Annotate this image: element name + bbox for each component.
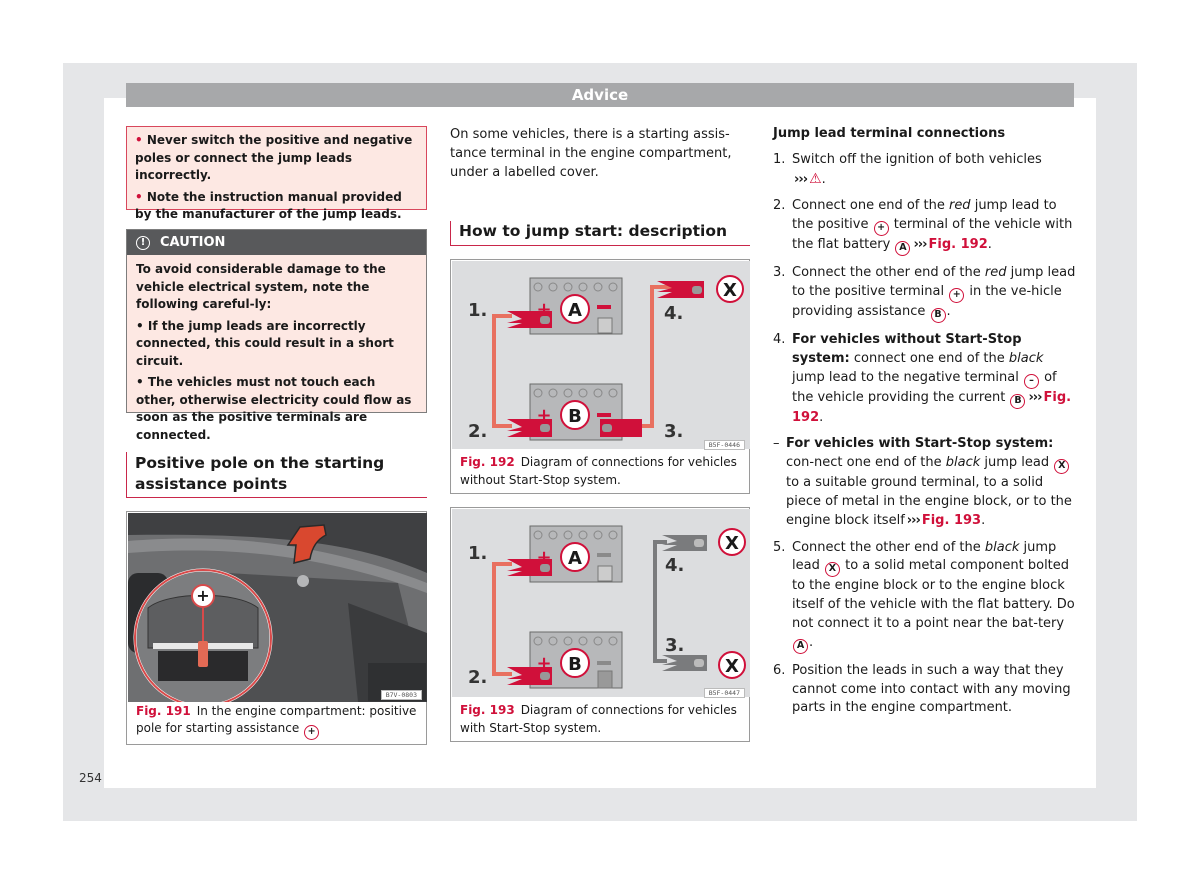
svg-text:X: X [725, 533, 739, 554]
caution-title: CAUTION [160, 235, 226, 250]
caution-bullet: • If the jump leads are incorrectly conn… [136, 318, 394, 368]
plus-symbol-icon: + [304, 725, 320, 740]
battery-a-icon: A [895, 241, 911, 257]
figure-caption: Fig. 192 Diagram of connections for vehic… [460, 455, 737, 487]
figure-192-link[interactable]: Fig. 192 [929, 237, 988, 252]
svg-text:A: A [568, 300, 582, 321]
cross-reference-chevron-icon: ››› [906, 512, 921, 528]
step-6: 6. Position the leads in such a way that… [773, 662, 1071, 716]
battery-b-icon: B [930, 307, 946, 323]
diagram-without-start-stop: + A + B X 1. 2. 3. 4. [452, 261, 750, 449]
figure-191: + B7V-0803 Fig. 191 In the engine compart… [126, 511, 427, 745]
svg-text:3.: 3. [664, 421, 683, 442]
section-heading-how-to: How to jump start: description [450, 221, 750, 246]
cross-reference-chevron-icon: ››› [1028, 389, 1042, 405]
intro-paragraph: On some vehicles, there is a starting as… [450, 127, 732, 180]
figure-number: Fig. 191 [136, 703, 191, 718]
connections-section: Jump lead terminal connections 1. Switch… [773, 125, 1078, 726]
connections-heading: Jump lead terminal connections [773, 126, 1006, 141]
bullet-icon: • [135, 133, 147, 147]
step-5: 5. Connect the other end of the black ju… [773, 539, 1078, 654]
figure-number: Fig. 193 [460, 703, 515, 717]
svg-text:2.: 2. [468, 667, 487, 688]
cross-reference-chevron-icon: ››› [794, 171, 808, 187]
svg-text:4.: 4. [664, 303, 683, 324]
figure-caption: Fig. 191 In the engine compartment: posit… [136, 703, 422, 740]
warning-box: • Never switch the positive and negative… [126, 126, 427, 221]
figure-code: B7V-0803 [380, 690, 422, 700]
bullet-icon: • [136, 318, 148, 333]
section-heading-positive-pole: Positive pole on the starting assistance… [126, 452, 427, 498]
engine-compartment-photo: + [128, 513, 427, 702]
step-3: 3. Connect the other end of the red jump… [773, 264, 1078, 323]
figure-code: B5F-0446 [703, 440, 745, 450]
ground-x-icon: X [1054, 459, 1070, 475]
warning-bullet: • Note the instruction manual provided b… [135, 189, 402, 222]
figure-number: Fig. 192 [460, 455, 515, 469]
exclamation-circle-icon: ! [136, 235, 150, 250]
figure-caption: Fig. 193 Diagram of connections for vehic… [460, 703, 737, 735]
svg-text:3.: 3. [665, 635, 684, 656]
figure-192: + A + B X 1. 2. 3. 4. B5F-0446 Fig. 192 … [450, 259, 750, 494]
svg-text:1.: 1. [468, 300, 487, 321]
svg-text:4.: 4. [665, 555, 684, 576]
figure-193: + A + B X X 1. 2. 3. 4. B5F-0447 Fig. 19… [450, 507, 750, 742]
battery-a-icon: A [793, 638, 808, 654]
page-number: 254 [79, 771, 102, 785]
advice-bar: Advice [126, 83, 1074, 107]
plus-terminal-icon: + [873, 221, 889, 237]
caution-body: To avoid considerable damage to the vehi… [127, 255, 426, 454]
figure-193-link[interactable]: Fig. 193 [922, 513, 981, 528]
caution-bullet: • The vehicles must not touch each other… [136, 375, 412, 442]
cross-reference-chevron-icon: ››› [913, 237, 927, 253]
ground-x-icon: X [824, 562, 840, 578]
warning-bullet: • Never switch the positive and negative… [135, 133, 413, 182]
figure-code: B5F-0447 [703, 688, 745, 698]
svg-text:B: B [568, 406, 582, 427]
battery-b-icon: B [1010, 393, 1026, 409]
svg-text:X: X [723, 280, 737, 301]
minus-terminal-icon: – [1023, 373, 1039, 389]
step-4: 4. For vehicles without Start-Stop syste… [773, 331, 1072, 425]
bullet-icon: • [136, 375, 148, 389]
svg-text:2.: 2. [468, 421, 487, 442]
svg-text:X: X [725, 656, 739, 677]
bullet-icon: • [135, 189, 147, 204]
diagram-with-start-stop: + A + B X X 1. 2. 3. 4. [452, 509, 750, 697]
plus-terminal-icon: + [949, 287, 965, 303]
plus-icon: + [196, 586, 209, 605]
caution-header: ! CAUTION [127, 230, 426, 255]
step-2: 2. Connect one end of the red jump lead … [773, 197, 1078, 257]
warning-triangle-icon[interactable]: ⚠ [809, 171, 822, 187]
svg-text:1.: 1. [468, 543, 487, 564]
step-1: 1. Switch off the ignition of both vehic… [773, 151, 1042, 187]
step-4-start-stop: – For vehicles with Start-Stop system: c… [773, 436, 1072, 528]
caution-intro: To avoid considerable damage to the vehi… [136, 262, 386, 311]
svg-text:A: A [568, 548, 582, 569]
svg-text:B: B [568, 654, 582, 675]
caution-box: ! CAUTION To avoid considerable damage t… [126, 229, 427, 442]
